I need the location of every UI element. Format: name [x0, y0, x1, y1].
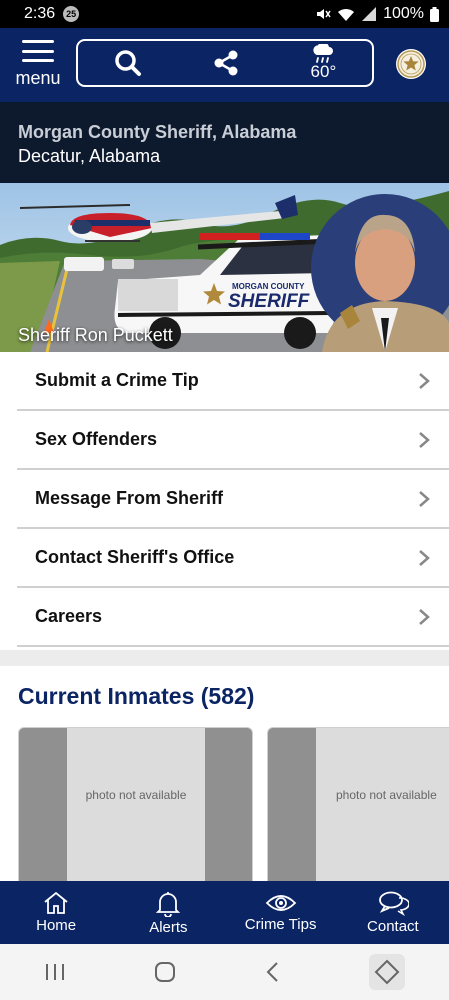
- chat-icon: [378, 891, 409, 916]
- menu-item-label: Submit a Crime Tip: [35, 370, 199, 390]
- status-time: 2:36: [24, 5, 56, 22]
- menu-list: Submit a Crime Tip Sex Offenders Message…: [0, 352, 449, 647]
- battery-icon: [430, 6, 439, 22]
- nav-crime-tips[interactable]: Crime Tips: [225, 881, 337, 944]
- nav-home[interactable]: Home: [0, 881, 112, 944]
- inmate-photo-placeholder: photo not available: [316, 728, 449, 886]
- status-icons: 100%: [315, 5, 439, 23]
- wifi-icon: [338, 8, 355, 21]
- chevron-right-icon: [419, 372, 430, 389]
- menu-item-contact-sheriffs-office[interactable]: Contact Sheriff's Office: [17, 529, 449, 588]
- eye-icon: [265, 895, 296, 911]
- home-icon: [44, 891, 68, 914]
- hero-banner[interactable]: SHERIFF MORGAN COUNTY Sheriff Ron Pucket…: [0, 183, 449, 352]
- agency-info: Morgan County Sheriff, Alabama Decatur, …: [0, 102, 449, 183]
- weather-button[interactable]: 60°: [310, 44, 337, 82]
- nav-label: Contact: [367, 918, 419, 935]
- status-bar: 2:36 25 100%: [0, 0, 449, 28]
- signal-icon: [362, 7, 377, 21]
- home-system-icon[interactable]: [154, 961, 176, 983]
- system-navigation-bar: [0, 944, 449, 1000]
- menu-button[interactable]: menu: [12, 38, 64, 94]
- agency-name: Morgan County Sheriff, Alabama: [18, 122, 297, 142]
- agency-city: Decatur, Alabama: [18, 146, 161, 166]
- rotate-icon[interactable]: [368, 954, 405, 990]
- vehicle-sheriff-text: SHERIFF: [228, 291, 311, 312]
- chevron-right-icon: [419, 608, 430, 625]
- notification-count-badge: 25: [63, 6, 80, 22]
- menu-item-submit-crime-tip[interactable]: Submit a Crime Tip: [17, 352, 449, 411]
- photo-not-available-text: photo not available: [336, 788, 437, 802]
- nav-label: Home: [36, 917, 77, 934]
- chevron-right-icon: [419, 431, 430, 448]
- menu-item-label: Sex Offenders: [35, 429, 158, 449]
- photo-not-available-text: photo not available: [85, 788, 187, 802]
- nav-label: Crime Tips: [244, 916, 317, 933]
- mute-icon: [317, 9, 331, 19]
- rain-cloud-icon: [313, 44, 334, 63]
- menu-item-label: Contact Sheriff's Office: [35, 547, 235, 567]
- inmate-card[interactable]: photo not available: [18, 727, 253, 887]
- inmates-section-title[interactable]: Current Inmates (582): [18, 683, 254, 710]
- toolbar: 60°: [76, 39, 374, 87]
- nav-label: Alerts: [149, 919, 188, 936]
- sheriff-star-icon: [397, 50, 425, 78]
- recent-apps-icon[interactable]: [44, 962, 66, 982]
- menu-item-label: Message From Sheriff: [35, 488, 224, 508]
- nav-contact[interactable]: Contact: [337, 881, 449, 944]
- chevron-right-icon: [419, 549, 430, 566]
- inmate-card[interactable]: photo not available: [267, 727, 449, 887]
- section-divider: [0, 650, 449, 666]
- search-button[interactable]: [114, 49, 142, 77]
- inmate-photo-placeholder: photo not available: [67, 728, 205, 886]
- search-icon: [114, 50, 141, 76]
- vehicle-county-text: MORGAN COUNTY: [232, 282, 305, 291]
- weather-temperature: 60°: [310, 62, 337, 81]
- menu-label: menu: [15, 68, 61, 88]
- bottom-navigation: Home Alerts Crime Tips Contact: [0, 881, 449, 944]
- menu-item-sex-offenders[interactable]: Sex Offenders: [17, 411, 449, 470]
- menu-item-careers[interactable]: Careers: [17, 588, 449, 647]
- bell-icon: [156, 892, 181, 917]
- hero-caption: Sheriff Ron Puckett: [18, 325, 173, 345]
- share-button[interactable]: [213, 50, 239, 76]
- hamburger-icon: [22, 40, 54, 62]
- back-icon[interactable]: [265, 961, 281, 983]
- nav-alerts[interactable]: Alerts: [112, 881, 224, 944]
- sheriff-badge-logo[interactable]: [396, 49, 426, 79]
- battery-percent: 100%: [383, 5, 424, 22]
- app-header: menu 60°: [0, 28, 449, 102]
- menu-item-message-from-sheriff[interactable]: Message From Sheriff: [17, 470, 449, 529]
- share-icon: [214, 50, 238, 76]
- chevron-right-icon: [419, 490, 430, 507]
- menu-item-label: Careers: [35, 606, 103, 626]
